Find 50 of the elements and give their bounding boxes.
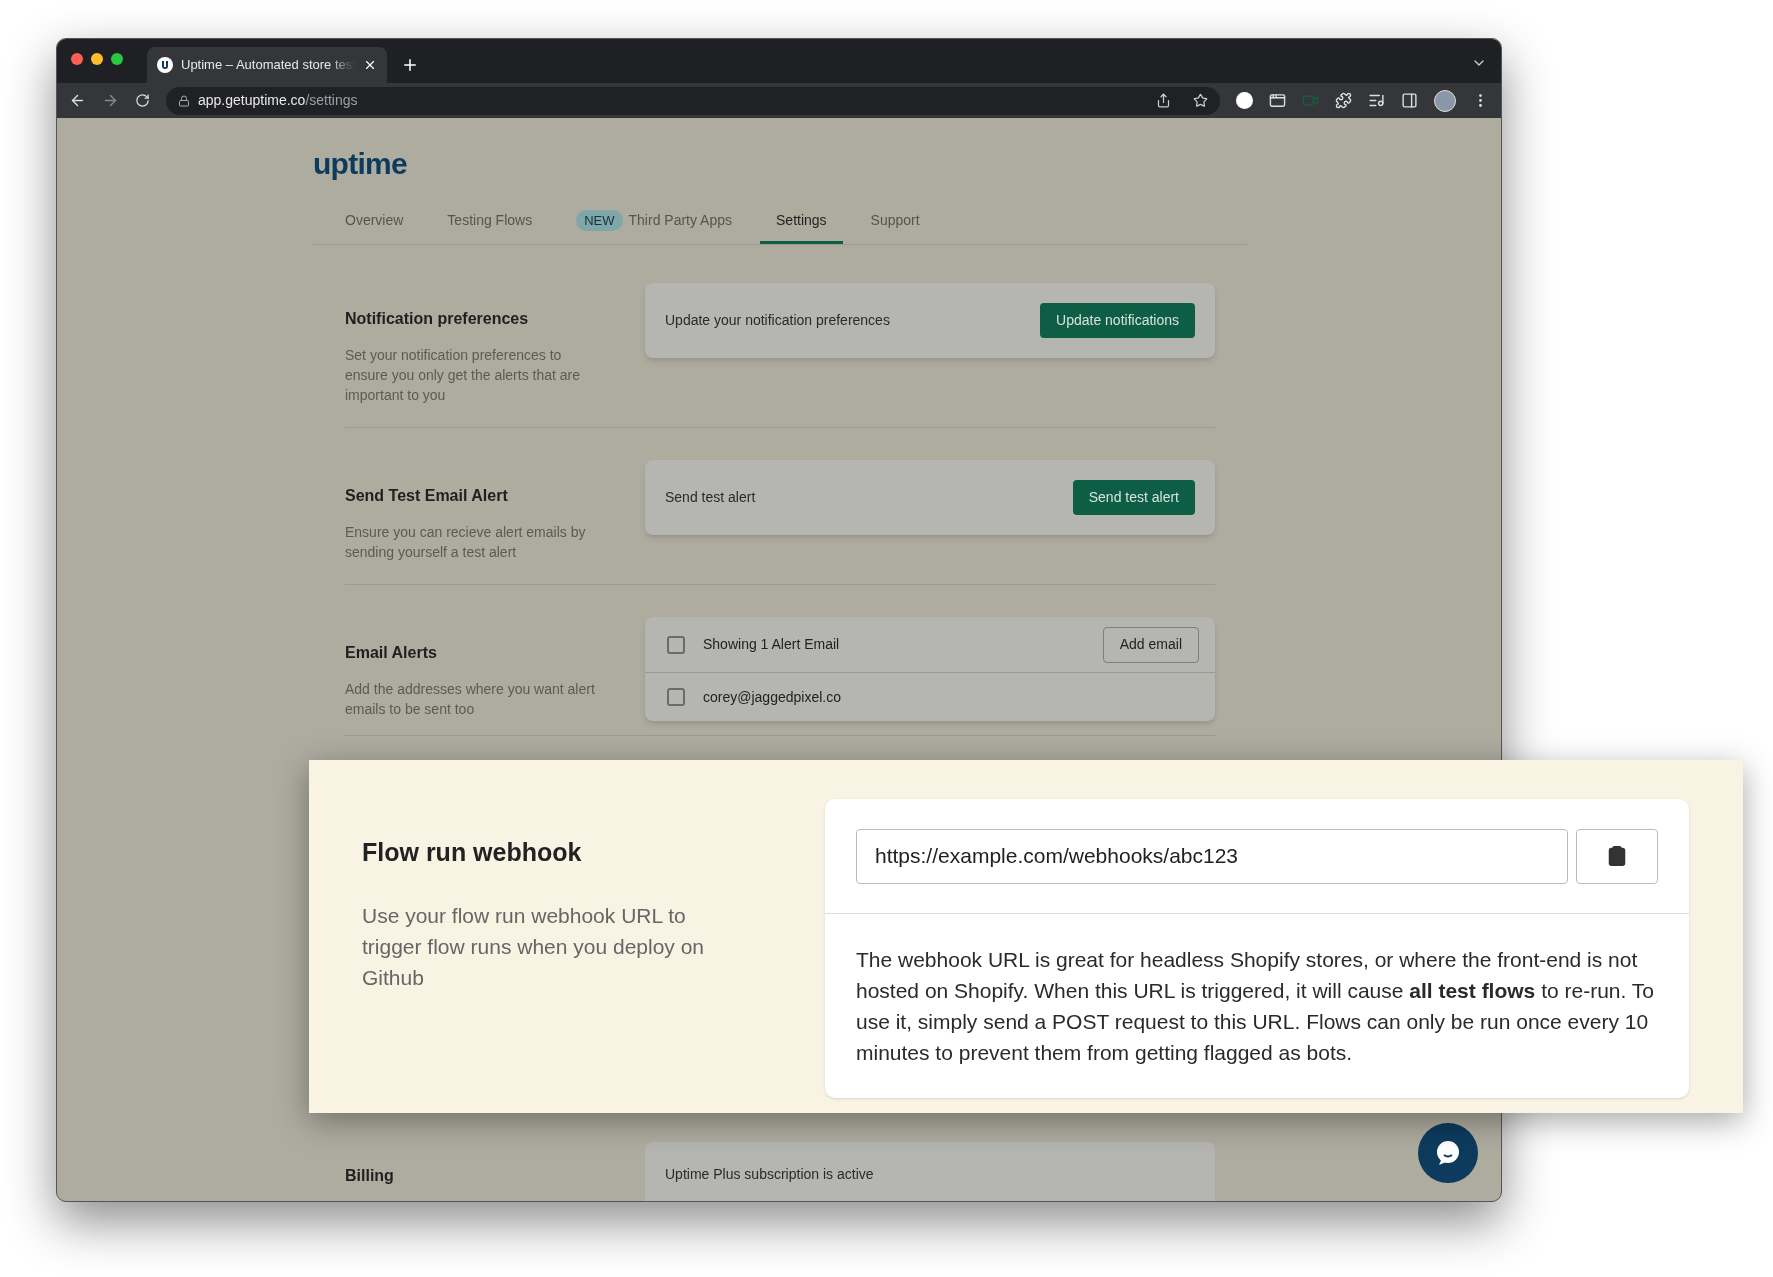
section-description: Add the addresses where you want alert emails to be sent too [345, 680, 596, 719]
section-description: Set your notification preferences to ensure you only get the alerts that are important to you [345, 346, 582, 405]
section-title: Send Test Email Alert [345, 486, 509, 506]
url-text: app.getuptime.co/settings [198, 91, 359, 110]
select-all-label: Showing 1 Alert Email [703, 635, 841, 654]
media-icon[interactable] [1368, 92, 1385, 109]
minimize-window-icon[interactable] [91, 53, 103, 65]
new-badge: NEW [576, 209, 623, 232]
card-text: Uptime Plus subscription is active [665, 1166, 874, 1182]
back-icon[interactable] [69, 92, 86, 109]
webhook-url-field[interactable]: https://example.com/webhooks/abc123 [856, 828, 1568, 884]
checkbox[interactable] [667, 635, 685, 654]
profile-avatar[interactable] [1434, 89, 1456, 112]
side-panel-icon[interactable] [1401, 92, 1418, 109]
card-text: Send test alert [665, 488, 756, 507]
copy-button[interactable] [1576, 828, 1658, 884]
section-title: Notification preferences [345, 309, 530, 329]
address-bar[interactable]: app.getuptime.co/settings [166, 86, 1220, 115]
close-tab-icon[interactable] [363, 58, 377, 72]
bookmark-icon[interactable] [1193, 93, 1208, 108]
webhook-info: The webhook URL is great for headless Shopify stores, or where the front-end is not hosted on Shopify. When this URL is triggered, it will cause all test flows to re-run. To use it, simply send a POST request to this URL. Flows can only be run once every 10 minutes to prevent them from getting flagged as bots. [856, 947, 1655, 1066]
section-description: Ensure you can recieve alert emails by sending yourself a test alert [345, 523, 587, 562]
extensions-icon[interactable] [1335, 92, 1352, 109]
nav-tab[interactable]: Overview [329, 200, 420, 244]
webhook-title: Flow run webhook [362, 837, 583, 868]
logo: uptime [313, 148, 408, 180]
webhook-description: Use your flow run webhook URL to trigger flow runs when you deploy on Github [362, 902, 706, 991]
chat-button[interactable] [1418, 1123, 1478, 1183]
nav-tab[interactable]: Support [854, 200, 936, 244]
share-icon[interactable] [1156, 93, 1171, 108]
primary-button[interactable]: Send test alert [1072, 480, 1195, 515]
email-address: corey@jaggedpixel.co [703, 687, 841, 707]
section-title: Billing [345, 1166, 395, 1186]
window-icon[interactable] [1269, 92, 1286, 109]
nav-tab[interactable]: Settings [760, 200, 843, 244]
close-window-icon[interactable] [71, 53, 83, 65]
section-title: Email Alerts [345, 643, 438, 663]
nav-tab[interactable]: Testing Flows [431, 200, 549, 244]
add-email-button[interactable]: Add email [1102, 626, 1199, 663]
forward-icon[interactable] [102, 92, 119, 109]
primary-button[interactable]: Update notifications [1040, 303, 1195, 338]
new-tab-icon[interactable] [401, 56, 419, 74]
nav-tab[interactable]: NEW Third Party Apps [560, 200, 748, 244]
card-text: Update your notification preferences [665, 311, 890, 330]
clipboard-icon [1606, 844, 1628, 868]
favicon-icon [157, 57, 173, 73]
maximize-window-icon[interactable] [111, 53, 123, 65]
checkbox[interactable] [667, 688, 685, 706]
reload-icon[interactable] [135, 93, 150, 108]
lock-icon [178, 94, 190, 107]
